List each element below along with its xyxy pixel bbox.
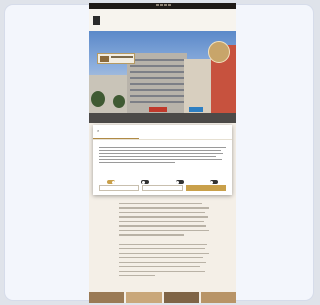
gallery-image[interactable]	[200, 292, 236, 303]
dialog-actions	[99, 185, 226, 191]
page-body-text	[119, 203, 209, 284]
dialog-body-text	[99, 147, 226, 165]
gallery-image[interactable]	[163, 292, 199, 303]
toggle-switch[interactable]	[209, 180, 218, 184]
allow-all-button[interactable]	[185, 185, 226, 191]
tree	[113, 95, 125, 108]
site-header	[89, 9, 236, 31]
street	[89, 113, 236, 123]
paragraph	[119, 243, 209, 277]
mobile-page-screenshot: ×	[89, 3, 236, 303]
tab-details[interactable]	[139, 134, 185, 139]
tab-about[interactable]	[186, 134, 232, 139]
close-icon[interactable]: ×	[97, 128, 99, 133]
hotel-logo-icon[interactable]	[93, 15, 100, 25]
photo-gallery-strip	[89, 292, 236, 303]
deny-button[interactable]	[99, 185, 140, 191]
allow-selection-button[interactable]	[142, 185, 183, 191]
shop-awning	[189, 107, 203, 112]
paragraph	[119, 203, 209, 236]
toggle-switch[interactable]	[107, 180, 115, 184]
cookie-consent-dialog: ×	[93, 125, 232, 195]
award-badge	[208, 41, 230, 63]
gallery-image[interactable]	[89, 292, 125, 303]
hero-image	[89, 31, 236, 123]
consent-tabs	[93, 134, 232, 140]
tab-consent[interactable]	[93, 134, 140, 139]
tree	[91, 91, 105, 107]
toggle-switch[interactable]	[175, 180, 184, 184]
hotel-sign	[97, 53, 135, 64]
gallery-image[interactable]	[126, 292, 162, 303]
toggle-switch[interactable]	[141, 180, 150, 184]
shop-awning	[149, 107, 167, 112]
